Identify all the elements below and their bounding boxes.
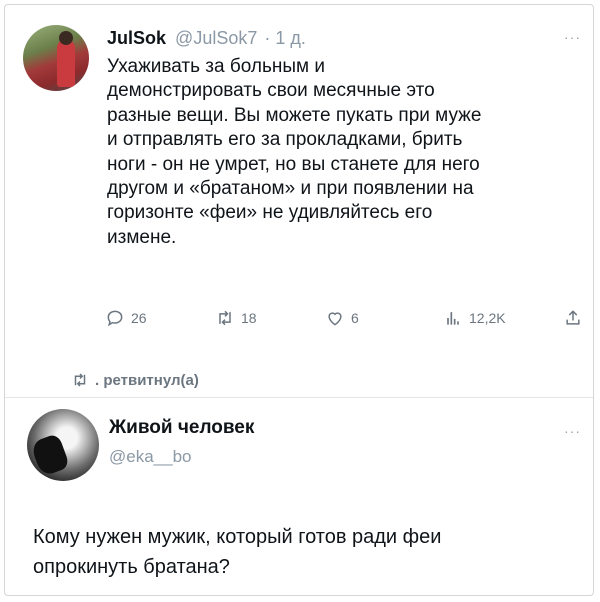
avatar-zhivoy-chelovek[interactable] — [27, 409, 99, 481]
retweet-icon — [74, 373, 86, 387]
tweet-text-line: другом и «братаном» и при появлении на — [107, 178, 474, 200]
views-button[interactable]: 12,2K — [443, 308, 506, 328]
views-icon — [447, 312, 459, 325]
avatar-shape — [29, 432, 71, 478]
author-name[interactable]: Живой человек — [109, 417, 254, 439]
share-button[interactable] — [563, 308, 583, 328]
reply-button[interactable]: 26 — [105, 308, 147, 328]
tweet-text-line: опрокинуть братана? — [33, 556, 230, 578]
screenshot-frame: JulSok @JulSok7 · 1 д. ··· Ухаживать за … — [4, 4, 594, 596]
like-button[interactable]: 6 — [325, 308, 359, 328]
tweet-text-line: измене. — [107, 226, 177, 248]
more-options-icon[interactable]: ··· — [564, 423, 581, 439]
retweet-icon — [219, 310, 231, 326]
author-name[interactable]: JulSok — [107, 28, 166, 48]
tweet-text-line: Ухаживать за больным и — [107, 56, 325, 77]
views-count: 12,2K — [469, 310, 506, 326]
tweet-text: Ухаживать за больным и демонстрировать с… — [107, 55, 577, 250]
author-handle[interactable]: @JulSok7 — [175, 28, 257, 48]
reply-icon — [107, 310, 123, 327]
share-icon — [566, 310, 580, 325]
retweet-label: . ретвитнул(а) — [95, 371, 199, 389]
retweet-button[interactable]: 18 — [215, 308, 257, 328]
original-tweet[interactable]: JulSok @JulSok7 · 1 д. ··· Ухаживать за … — [5, 5, 593, 357]
avatar-head — [59, 31, 73, 45]
retweet-count: 18 — [241, 310, 257, 326]
tweet-actions: 26 18 6 12,2K — [105, 308, 593, 332]
avatar-figure — [57, 39, 75, 87]
divider — [5, 397, 593, 398]
tweet-text-line: разные вещи. Вы можете пукать при муже — [107, 104, 482, 126]
retweet-notice: . ретвитнул(а) — [71, 371, 199, 389]
like-count: 6 — [351, 310, 359, 326]
tweet-text-line: горизонте «феи» не удивляйтесь его — [107, 202, 433, 224]
tweet-text-line: ноги - он не умрет, но вы станете для не… — [107, 153, 480, 175]
tweet-text-line: Кому нужен мужик, который готов ради феи — [33, 526, 442, 548]
reply-count: 26 — [131, 310, 147, 326]
tweet-header: JulSok @JulSok7 · 1 д. — [107, 27, 306, 49]
tweet-text-line: и отправлять его за прокладками, брить — [107, 129, 463, 151]
tweet-text-line: демонстрировать свои месячные это — [107, 80, 435, 102]
avatar-julsok[interactable] — [23, 25, 89, 91]
author-handle[interactable]: @eka__bo — [109, 447, 192, 467]
tweet-time[interactable]: · 1 д. — [264, 28, 306, 48]
more-options-icon[interactable]: ··· — [564, 29, 581, 45]
heart-icon — [328, 312, 342, 326]
reply-tweet-text: Кому нужен мужик, который готов ради феи… — [33, 522, 573, 582]
